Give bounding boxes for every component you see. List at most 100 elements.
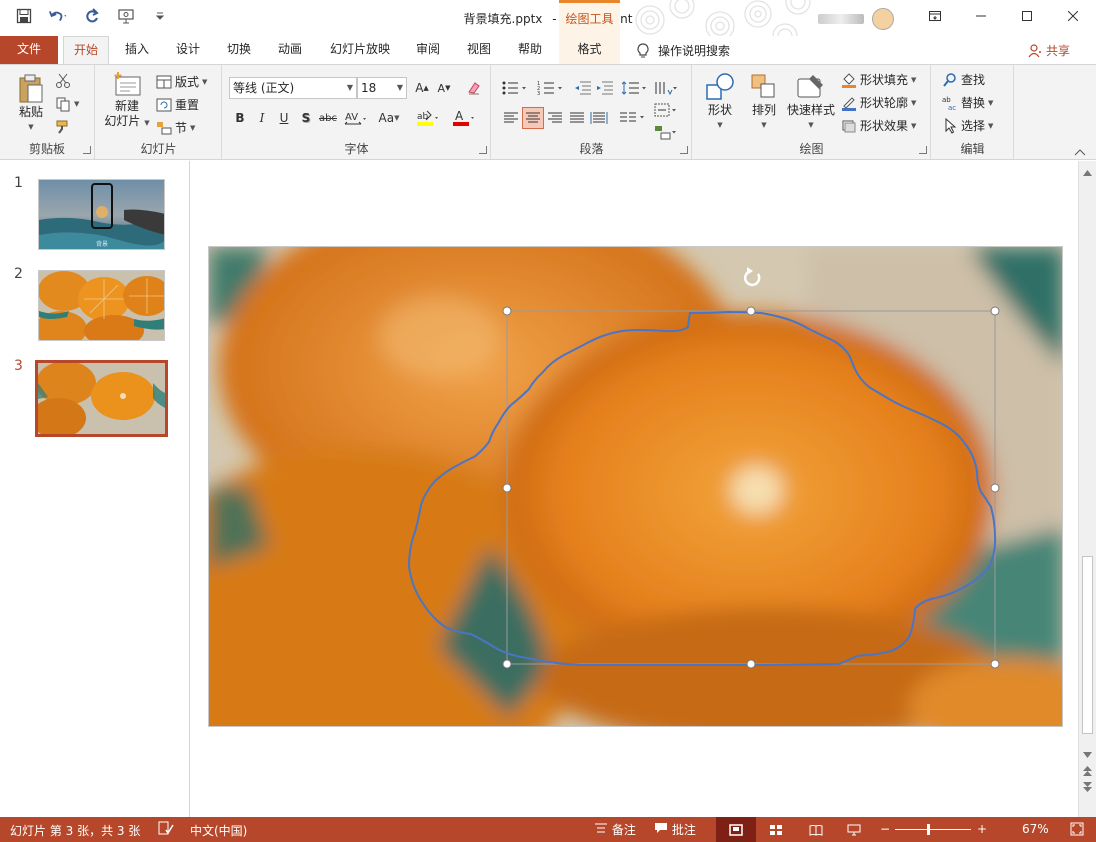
- share-button[interactable]: 共享: [1028, 42, 1070, 59]
- paragraph-dialog-launcher[interactable]: [680, 146, 688, 154]
- tab-review[interactable]: 审阅: [408, 36, 448, 64]
- slide-thumbnail-2[interactable]: [38, 270, 165, 341]
- justify-icon[interactable]: [566, 107, 588, 129]
- format-painter-button[interactable]: [55, 119, 71, 135]
- bold-button[interactable]: B: [229, 107, 251, 129]
- text-shadow-button[interactable]: S: [295, 107, 317, 129]
- font-size-combo[interactable]: 18 ▼: [357, 77, 407, 99]
- clipboard-dialog-launcher[interactable]: [83, 146, 91, 154]
- presentation-icon[interactable]: [116, 6, 136, 26]
- tab-insert[interactable]: 插入: [117, 36, 157, 64]
- chevron-down-icon[interactable]: ▼: [397, 78, 403, 98]
- chevron-down-icon[interactable]: ▼: [347, 78, 353, 98]
- increase-font-size-icon[interactable]: A ▲: [411, 77, 433, 99]
- ribbon-display-options-icon[interactable]: [912, 0, 958, 32]
- font-dialog-launcher[interactable]: [479, 146, 487, 154]
- align-text-icon[interactable]: [652, 99, 680, 121]
- minimize-icon[interactable]: [958, 0, 1004, 32]
- tab-slideshow[interactable]: 幻灯片放映: [320, 36, 400, 64]
- notes-button[interactable]: 备注: [594, 821, 636, 838]
- slideshow-view-button[interactable]: [834, 817, 874, 842]
- resize-handles[interactable]: [502, 306, 1000, 669]
- find-button[interactable]: 查找: [942, 71, 985, 88]
- scroll-down-icon[interactable]: [1083, 747, 1092, 761]
- tell-me-search[interactable]: 操作说明搜索: [636, 42, 730, 59]
- scrollbar-thumb[interactable]: [1082, 556, 1093, 734]
- close-icon[interactable]: [1050, 0, 1096, 32]
- rotate-handle-icon[interactable]: [743, 267, 761, 287]
- font-color-icon[interactable]: A: [449, 107, 479, 129]
- tab-home[interactable]: 开始: [63, 36, 109, 65]
- zoom-in-button[interactable]: +: [977, 822, 987, 836]
- character-spacing-icon[interactable]: AV: [341, 107, 369, 129]
- resize-handle-top[interactable]: [746, 306, 756, 316]
- section-button[interactable]: 节 ▼: [156, 119, 195, 136]
- resize-handle-right[interactable]: [990, 483, 1000, 493]
- strikethrough-button[interactable]: abc: [317, 107, 339, 129]
- increase-indent-icon[interactable]: [594, 77, 616, 99]
- tab-transitions[interactable]: 切换: [219, 36, 259, 64]
- bullets-icon[interactable]: [500, 77, 532, 99]
- tab-design[interactable]: 设计: [168, 36, 208, 64]
- text-direction-icon[interactable]: [652, 77, 680, 99]
- align-center-icon[interactable]: [522, 107, 544, 129]
- tab-help[interactable]: 帮助: [510, 36, 550, 64]
- shapes-button[interactable]: 形状 ▼: [701, 71, 739, 133]
- numbering-icon[interactable]: 123: [536, 77, 568, 99]
- select-button[interactable]: 选择 ▼: [942, 117, 993, 134]
- resize-handle-left[interactable]: [502, 483, 512, 493]
- underline-button[interactable]: U: [273, 107, 295, 129]
- slide-sorter-view-button[interactable]: [756, 817, 796, 842]
- drawing-dialog-launcher[interactable]: [919, 146, 927, 154]
- previous-slide-icon[interactable]: [1083, 765, 1092, 779]
- zoom-level[interactable]: 67%: [1022, 822, 1049, 836]
- slide-canvas[interactable]: [208, 246, 1063, 727]
- columns-icon[interactable]: [618, 107, 648, 129]
- resize-handle-bottom-right[interactable]: [990, 659, 1000, 669]
- quick-styles-button[interactable]: 快速样式 ▼: [785, 71, 837, 133]
- line-spacing-icon[interactable]: [620, 77, 650, 99]
- scroll-up-icon[interactable]: [1083, 165, 1092, 179]
- change-case-button[interactable]: Aa ▼: [373, 107, 405, 129]
- decrease-indent-icon[interactable]: [572, 77, 594, 99]
- tab-file[interactable]: 文件: [0, 36, 58, 64]
- font-name-combo[interactable]: 等线 (正文) ▼: [229, 77, 357, 99]
- fit-slide-icon[interactable]: [1070, 822, 1084, 839]
- spelling-check-icon[interactable]: [158, 821, 174, 838]
- resize-handle-bottom-left[interactable]: [502, 659, 512, 669]
- slide-thumbnail-1[interactable]: 背景: [38, 179, 165, 250]
- align-left-icon[interactable]: [500, 107, 522, 129]
- resize-handle-top-right[interactable]: [990, 306, 1000, 316]
- zoom-slider-thumb[interactable]: [927, 824, 930, 835]
- slide-thumbnail-3[interactable]: [35, 360, 168, 437]
- collapse-ribbon-icon[interactable]: [1074, 145, 1086, 159]
- clear-formatting-icon[interactable]: [463, 77, 485, 99]
- zoom-slider[interactable]: [895, 824, 971, 835]
- align-right-icon[interactable]: [544, 107, 566, 129]
- distributed-icon[interactable]: [588, 107, 610, 129]
- shape-effects-button[interactable]: 形状效果 ▼: [841, 117, 916, 134]
- selected-freeform-shape[interactable]: [209, 247, 1063, 727]
- copy-button[interactable]: ▼: [55, 96, 79, 112]
- reading-view-button[interactable]: [796, 817, 836, 842]
- redo-icon[interactable]: [82, 6, 102, 26]
- decrease-font-size-icon[interactable]: A ▼: [433, 77, 455, 99]
- tab-format[interactable]: 格式: [559, 36, 620, 64]
- new-slide-button[interactable]: 新建 幻灯片 ▼: [102, 71, 152, 131]
- comments-button[interactable]: 批注: [654, 821, 696, 838]
- paste-button[interactable]: 粘贴 ▼: [14, 73, 48, 135]
- layout-button[interactable]: 版式 ▼: [156, 73, 207, 90]
- resize-handle-top-left[interactable]: [502, 306, 512, 316]
- shape-fill-button[interactable]: 形状填充 ▼: [841, 71, 916, 88]
- language-status[interactable]: 中文(中国): [190, 822, 247, 839]
- save-icon[interactable]: [14, 6, 34, 26]
- next-slide-icon[interactable]: [1083, 781, 1092, 795]
- undo-icon[interactable]: [48, 6, 68, 26]
- avatar[interactable]: [872, 8, 894, 30]
- tab-animations[interactable]: 动画: [270, 36, 310, 64]
- replace-button[interactable]: ab ac 替换 ▼: [942, 94, 993, 111]
- account-area[interactable]: [818, 8, 894, 30]
- maximize-icon[interactable]: [1004, 0, 1050, 32]
- tab-view[interactable]: 视图: [459, 36, 499, 64]
- highlight-color-icon[interactable]: ab: [413, 107, 443, 129]
